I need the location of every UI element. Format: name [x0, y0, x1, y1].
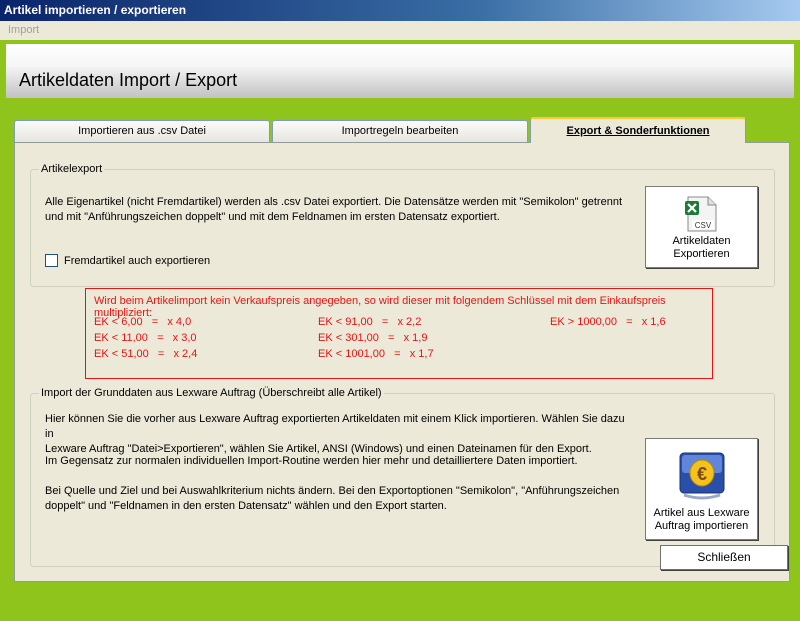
export-description-line: und mit "Anführungszeichen doppelt" und … — [45, 211, 500, 223]
button-label-line: Artikeldaten — [672, 235, 731, 247]
tab-export-special[interactable]: Export & Sonderfunktionen — [530, 117, 746, 143]
price-rule: EK < 91,00 = x 2,2 — [318, 316, 422, 328]
import-paragraph: Im Gegensatz zur normalen individuellen … — [45, 455, 578, 467]
export-description-line: Alle Eigenartikel (nicht Fremdartikel) w… — [45, 196, 622, 208]
foreign-articles-checkbox[interactable] — [45, 254, 58, 267]
tab-import-csv[interactable]: Importieren aus .csv Datei — [14, 120, 270, 142]
menu-bar: Import — [0, 21, 800, 40]
lexware-import-legend: Import der Grunddaten aus Lexware Auftra… — [39, 387, 384, 399]
lexware-import-group: Import der Grunddaten aus Lexware Auftra… — [30, 387, 775, 567]
export-group: Artikelexport Alle Eigenartikel (nicht F… — [30, 163, 775, 287]
foreign-articles-option[interactable]: Fremdartikel auch exportieren — [45, 254, 210, 267]
lexware-import-button-label: Artikel aus Lexware Auftrag importieren — [646, 507, 757, 533]
price-rule: EK < 1001,00 = x 1,7 — [318, 348, 434, 360]
price-rule: EK < 11,00 = x 3,0 — [94, 332, 197, 344]
lexware-import-button[interactable]: € Artikel aus Lexware Auftrag importiere… — [645, 438, 758, 540]
button-label-line: Auftrag importieren — [654, 520, 749, 532]
button-label-line: Exportieren — [673, 248, 730, 260]
export-articles-button-label: Artikeldaten Exportieren — [646, 235, 757, 261]
menu-item-import[interactable]: Import — [8, 24, 39, 36]
svg-text:€: € — [697, 464, 707, 484]
price-rule: EK < 301,00 = x 1,9 — [318, 332, 428, 344]
import-paragraph-line: doppelt" und "Feldnamen in den ersten Da… — [45, 500, 447, 512]
price-rule: EK < 51,00 = x 2,4 — [94, 348, 198, 360]
import-paragraph: Bei Quelle und Ziel und bei Auswahlkrite… — [45, 484, 625, 514]
price-rule: EK > 1000,00 = x 1,6 — [550, 316, 666, 328]
close-button[interactable]: Schließen — [660, 545, 788, 570]
button-label-line: Artikel aus Lexware — [653, 507, 750, 519]
export-group-legend: Artikelexport — [39, 163, 105, 175]
tab-panel-export: Artikelexport Alle Eigenartikel (nicht F… — [14, 142, 790, 582]
export-description: Alle Eigenartikel (nicht Fremdartikel) w… — [45, 195, 625, 225]
page-title: Artikeldaten Import / Export — [19, 70, 238, 90]
window-title: Artikel importieren / exportieren — [0, 0, 800, 21]
import-paragraph: Hier können Sie die vorher aus Lexware A… — [45, 412, 625, 457]
tab-import-rules[interactable]: Importregeln bearbeiten — [272, 120, 528, 142]
price-rules-box: Wird beim Artikelimport kein Verkaufspre… — [85, 288, 713, 379]
main-frame: Artikeldaten Import / Export Importieren… — [0, 40, 800, 621]
import-paragraph-line: Hier können Sie die vorher aus Lexware A… — [45, 413, 625, 440]
csv-file-icon: CSV — [685, 196, 717, 232]
price-rule: EK < 6,00 = x 4,0 — [94, 316, 192, 328]
lexware-euro-icon: € — [679, 452, 725, 500]
header-panel: Artikeldaten Import / Export — [6, 44, 794, 98]
export-articles-button[interactable]: CSV Artikeldaten Exportieren — [645, 186, 758, 268]
svg-text:CSV: CSV — [695, 221, 712, 230]
foreign-articles-label: Fremdartikel auch exportieren — [64, 254, 211, 267]
import-paragraph-line: Bei Quelle und Ziel und bei Auswahlkrite… — [45, 485, 620, 497]
